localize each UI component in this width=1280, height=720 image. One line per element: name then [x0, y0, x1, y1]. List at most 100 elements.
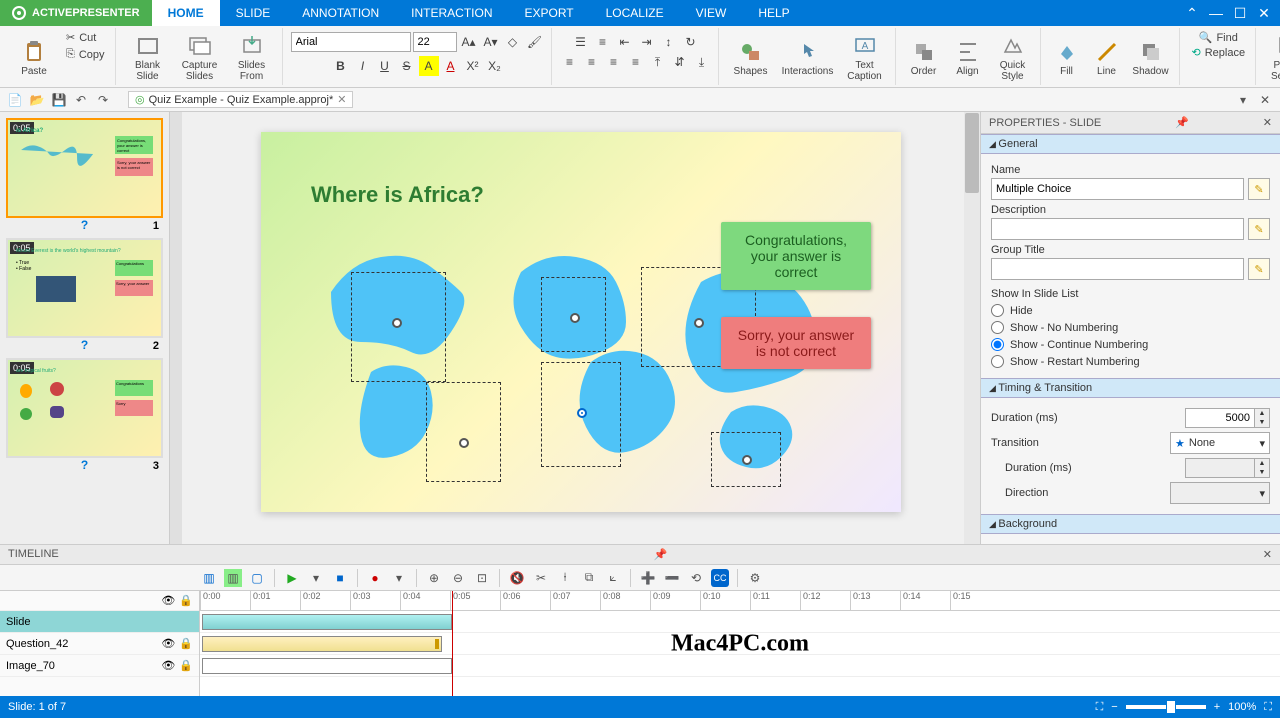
answer-region-na[interactable]	[351, 272, 446, 382]
slides-from-button[interactable]: Slides From	[228, 30, 276, 86]
zoom-in-icon[interactable]: +	[1214, 701, 1220, 713]
spin-down-icon[interactable]: ▼	[1255, 418, 1269, 427]
underline-button[interactable]: U	[375, 56, 395, 76]
font-color-button[interactable]: A	[441, 56, 461, 76]
close-icon[interactable]: ✕	[1254, 3, 1274, 23]
crop-icon[interactable]: ⟀	[604, 569, 622, 587]
edit-desc-icon[interactable]: ✎	[1248, 218, 1270, 240]
tab-export[interactable]: EXPORT	[509, 0, 590, 26]
decrease-font-icon[interactable]: A▾	[481, 32, 501, 52]
interactions-button[interactable]: Interactions	[779, 30, 837, 86]
text-direction-icon[interactable]: ↻	[681, 32, 701, 52]
italic-button[interactable]: I	[353, 56, 373, 76]
align-left-icon[interactable]: ≡	[560, 52, 580, 72]
group-title-input[interactable]	[991, 258, 1244, 280]
bold-button[interactable]: B	[331, 56, 351, 76]
quick-style-button[interactable]: Quick Style	[992, 30, 1034, 86]
tab-slide[interactable]: SLIDE	[220, 0, 287, 26]
superscript-button[interactable]: X²	[463, 56, 483, 76]
answer-region-sa[interactable]	[426, 382, 501, 482]
find-button[interactable]: 🔍Find	[1195, 30, 1242, 45]
mute-icon[interactable]: 🔇	[508, 569, 526, 587]
splitter[interactable]	[170, 112, 182, 544]
track-question[interactable]: Question_42👁🔒	[0, 633, 199, 655]
tab-home[interactable]: HOME	[152, 0, 220, 26]
minimize-icon[interactable]: —	[1206, 3, 1226, 23]
increase-font-icon[interactable]: A▴	[459, 32, 479, 52]
tab-annotation[interactable]: ANNOTATION	[286, 0, 395, 26]
tab-localize[interactable]: LOCALIZE	[590, 0, 680, 26]
answer-region-eu[interactable]	[541, 277, 606, 352]
tab-view[interactable]: VIEW	[680, 0, 743, 26]
section-background[interactable]: Background	[981, 514, 1280, 534]
name-input[interactable]	[991, 178, 1244, 200]
radio-hide[interactable]: Hide	[991, 304, 1270, 317]
split-icon[interactable]: ⍿	[556, 569, 574, 587]
font-name-select[interactable]	[291, 32, 411, 52]
font-size-select[interactable]	[413, 32, 457, 52]
indent-right-icon[interactable]: ⇥	[637, 32, 657, 52]
bullet-list-icon[interactable]: ☰	[571, 32, 591, 52]
fullscreen-icon[interactable]: ⛶	[1264, 701, 1272, 714]
tl-snap3-icon[interactable]: ▢	[248, 569, 266, 587]
tab-help[interactable]: HELP	[742, 0, 805, 26]
description-input[interactable]	[991, 218, 1244, 240]
section-general[interactable]: General	[981, 134, 1280, 154]
pin-icon[interactable]: 📌	[1175, 116, 1189, 129]
lock-icon[interactable]: 🔒	[179, 637, 193, 650]
shapes-button[interactable]: Shapes	[727, 30, 775, 86]
line-button[interactable]: Line	[1089, 30, 1125, 86]
slide-canvas-area[interactable]: Where is Africa? Congratulations, your a…	[182, 112, 980, 544]
thumbnail-1[interactable]: 0:05 is Africa? Congratulations, your an…	[6, 118, 163, 218]
highlight-button[interactable]: A	[419, 56, 439, 76]
play-dd-icon[interactable]: ▾	[307, 569, 325, 587]
zoom-out-icon[interactable]: ⊖	[449, 569, 467, 587]
undo-icon[interactable]: ↶	[72, 91, 90, 109]
transition-select[interactable]: ★None▾	[1170, 432, 1270, 454]
align-center-icon[interactable]: ≡	[582, 52, 602, 72]
track-slide[interactable]: Slide	[0, 611, 199, 633]
playhead[interactable]	[452, 591, 453, 696]
feedback-correct[interactable]: Congratulations, your answer is correct	[721, 222, 871, 290]
vertical-scrollbar[interactable]	[964, 112, 980, 544]
fit-icon[interactable]: ⛶	[1096, 701, 1104, 714]
adjust-icon[interactable]: ⟲	[687, 569, 705, 587]
zoom-fit-icon[interactable]: ⊡	[473, 569, 491, 587]
add-track-icon[interactable]: ➕	[639, 569, 657, 587]
order-button[interactable]: Order	[904, 30, 944, 86]
timeline-bar-image[interactable]	[202, 658, 452, 674]
thumbnail-3[interactable]: 0:05 are tropical fruits? Congratulation…	[6, 358, 163, 458]
timeline-bar-question[interactable]	[202, 636, 442, 652]
replace-button[interactable]: ⟲Replace	[1188, 45, 1250, 60]
tab-interaction[interactable]: INTERACTION	[395, 0, 508, 26]
valign-bot-icon[interactable]: ⤓	[692, 52, 712, 72]
timeline-ruler-area[interactable]: 0:00 0:01 0:02 0:03 0:04 0:05 0:06 0:07 …	[200, 591, 1280, 696]
spin-up-icon[interactable]: ▲	[1255, 459, 1269, 468]
clear-format-icon[interactable]: ◇	[503, 32, 523, 52]
edit-name-icon[interactable]: ✎	[1248, 178, 1270, 200]
answer-region-au[interactable]	[711, 432, 781, 487]
save-icon[interactable]: 💾	[50, 91, 68, 109]
line-spacing-icon[interactable]: ↕	[659, 32, 679, 52]
panel-close-icon[interactable]: ✕	[1263, 116, 1272, 129]
feedback-wrong[interactable]: Sorry, your answer is not correct	[721, 317, 871, 369]
play-icon[interactable]: ▶	[283, 569, 301, 587]
valign-top-icon[interactable]: ⤒	[648, 52, 668, 72]
collapse-ribbon-icon[interactable]: ⌃	[1182, 3, 1202, 23]
cc-icon[interactable]: CC	[711, 569, 729, 587]
record-icon[interactable]: ●	[366, 569, 384, 587]
join-icon[interactable]: ⧉	[580, 569, 598, 587]
lock-icon[interactable]: 🔒	[179, 659, 193, 672]
radio-continue-numbering[interactable]: Show - Continue Numbering	[991, 338, 1270, 351]
text-caption-button[interactable]: AText Caption	[841, 30, 889, 86]
eye-icon[interactable]: 👁	[161, 659, 175, 672]
answer-region-af[interactable]	[541, 362, 621, 467]
project-settings-button[interactable]: Project Settings	[1264, 30, 1280, 86]
eye-all-icon[interactable]: 👁	[161, 594, 175, 607]
lock-all-icon[interactable]: 🔒	[179, 594, 193, 607]
t-duration-input[interactable]	[1185, 458, 1255, 478]
strike-button[interactable]: S	[397, 56, 417, 76]
del-track-icon[interactable]: ➖	[663, 569, 681, 587]
document-tab[interactable]: ◎ Quiz Example - Quiz Example.approj* ✕	[128, 91, 353, 108]
number-list-icon[interactable]: ≡	[593, 32, 613, 52]
